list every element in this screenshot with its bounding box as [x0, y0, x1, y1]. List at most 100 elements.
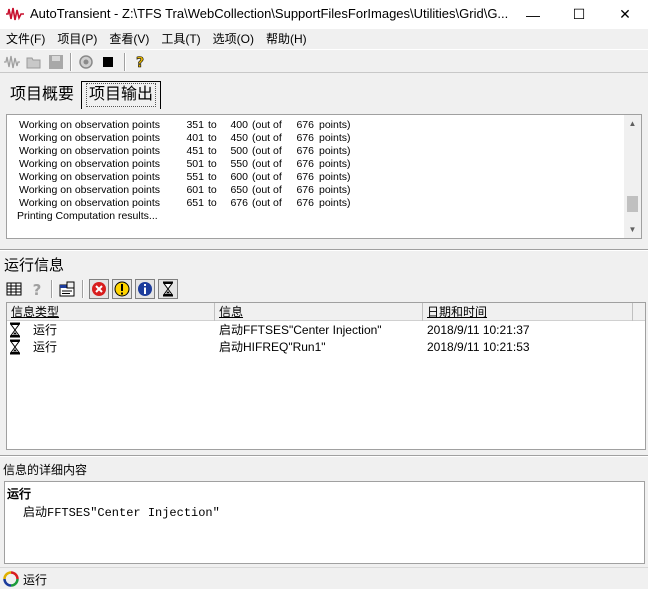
table-row[interactable]: 运行 启动FFTSES"Center Injection" 2018/9/11 …	[7, 321, 645, 338]
close-button[interactable]: ✕	[602, 0, 648, 29]
menu-tools[interactable]: 工具(T)	[155, 29, 206, 49]
scrollbar-thumb[interactable]	[627, 196, 638, 213]
tab-project-output-label: 项目输出	[86, 83, 157, 107]
menu-file[interactable]: 文件(F)	[0, 29, 51, 49]
row-type-cell: 运行	[7, 338, 215, 355]
help-icon[interactable]: ?	[131, 53, 149, 71]
message-list-header: 信息类型 信息 日期和时间	[7, 303, 645, 321]
output-line-unit: points)	[319, 197, 351, 209]
details-type-label: 运行	[7, 487, 32, 501]
output-line: Working on observation points 651 to 676 (ou…	[19, 197, 351, 210]
menu-options[interactable]: 选项(O)	[207, 29, 260, 49]
question-icon[interactable]: ?	[27, 279, 47, 299]
scroll-down-arrow-icon[interactable]: ▼	[624, 221, 641, 238]
menu-project[interactable]: 项目(P)	[51, 29, 103, 49]
output-line-total: 676	[296, 184, 314, 196]
output-lines: Working on observation points 351 to 400 (ou…	[17, 119, 351, 223]
column-header-info[interactable]: 信息	[215, 303, 423, 321]
output-line-text: Working on observation points	[19, 184, 161, 196]
section-divider	[0, 455, 648, 457]
output-line-unit: points)	[319, 119, 351, 131]
tab-project-overview[interactable]: 项目概要	[4, 82, 80, 108]
details-panel[interactable]: 运行 启动FFTSES"Center Injection"	[4, 481, 645, 564]
waveform-icon[interactable]	[3, 53, 21, 71]
hourglass-icon	[10, 322, 20, 337]
warning-filter-icon[interactable]	[112, 279, 132, 299]
output-line-to: 450	[230, 132, 248, 144]
row-info-cell: 启动FFTSES"Center Injection"	[219, 323, 382, 337]
output-line-to: 676	[230, 197, 248, 209]
output-line-total: 676	[296, 132, 314, 144]
details-message: 启动FFTSES"Center Injection"	[23, 506, 220, 520]
message-toolbar: ?	[0, 276, 648, 302]
message-list[interactable]: 信息类型 信息 日期和时间 运行 启动FFTSES"Center Injecti…	[6, 302, 646, 450]
output-line-to: 650	[230, 184, 248, 196]
output-line-total: 676	[296, 158, 314, 170]
main-toolbar: ?	[0, 49, 648, 73]
output-line-from: 451	[186, 145, 204, 157]
output-line-to-word: to	[208, 197, 217, 209]
output-line-unit: points)	[319, 158, 351, 170]
maximize-button[interactable]: ☐	[556, 0, 602, 29]
output-line-total: 676	[296, 119, 314, 131]
list-view-icon[interactable]	[4, 279, 24, 299]
output-line-total: 676	[296, 197, 314, 209]
stop-icon[interactable]	[99, 53, 117, 71]
output-line-text: Working on observation points	[19, 171, 161, 183]
table-row[interactable]: 运行 启动HIFREQ"Run1" 2018/9/11 10:21:53	[7, 338, 645, 355]
output-line-outof: (out of	[252, 184, 282, 196]
output-line-text: Working on observation points	[19, 197, 161, 209]
svg-text:?: ?	[136, 55, 144, 70]
output-line-total: 676	[296, 145, 314, 157]
menu-view[interactable]: 查看(V)	[103, 29, 155, 49]
output-vertical-scrollbar[interactable]: ▲ ▼	[624, 115, 641, 238]
output-line-text: Working on observation points	[19, 158, 161, 170]
output-line-outof: (out of	[252, 158, 282, 170]
section-divider	[0, 249, 648, 251]
output-line-from: 651	[186, 197, 204, 209]
column-header-type[interactable]: 信息类型	[7, 303, 215, 321]
svg-text:?: ?	[33, 281, 42, 297]
output-line-outof: (out of	[252, 132, 282, 144]
output-line-outof: (out of	[252, 171, 282, 183]
menu-help[interactable]: 帮助(H)	[260, 29, 313, 49]
output-line-outof: (out of	[252, 145, 282, 157]
hourglass-icon	[10, 339, 20, 354]
output-line-unit: points)	[319, 132, 351, 144]
output-text-area[interactable]: Working on observation points 351 to 400 (ou…	[6, 114, 642, 239]
output-line-from: 351	[186, 119, 204, 131]
details-heading: 信息的详细内容	[3, 463, 88, 477]
output-line: Working on observation points 501 to 550 (ou…	[19, 158, 351, 171]
info-filter-icon[interactable]	[135, 279, 155, 299]
window-title: AutoTransient - Z:\TFS Tra\WebCollection…	[30, 6, 509, 21]
column-header-datetime[interactable]: 日期和时间	[423, 303, 633, 321]
output-line-to-word: to	[208, 158, 217, 170]
error-filter-icon[interactable]	[89, 279, 109, 299]
scroll-up-arrow-icon[interactable]: ▲	[624, 115, 641, 132]
output-line-to-word: to	[208, 184, 217, 196]
app-waveform-icon	[6, 7, 24, 21]
minimize-button[interactable]: —	[510, 0, 556, 29]
output-line-from: 401	[186, 132, 204, 144]
output-line: Working on observation points 351 to 400 (ou…	[19, 119, 351, 132]
properties-icon[interactable]	[57, 279, 77, 299]
output-line-from: 601	[186, 184, 204, 196]
output-line-from: 501	[186, 158, 204, 170]
hourglass-filter-icon[interactable]	[158, 279, 178, 299]
output-line: Working on observation points 401 to 450 (ou…	[19, 132, 351, 145]
run-info-heading: 运行信息	[4, 257, 65, 274]
output-final-line: Printing Computation results...	[17, 210, 158, 222]
output-line-to: 400	[230, 119, 248, 131]
output-line-to-word: to	[208, 119, 217, 131]
toolbar-separator	[124, 53, 126, 71]
record-icon[interactable]	[77, 53, 95, 71]
title-bar[interactable]: AutoTransient - Z:\TFS Tra\WebCollection…	[0, 0, 648, 29]
row-type-label: 运行	[33, 340, 58, 354]
output-line-to-word: to	[208, 171, 217, 183]
output-line: Working on observation points 551 to 600 (ou…	[19, 171, 351, 184]
output-line-unit: points)	[319, 171, 351, 183]
open-folder-icon[interactable]	[25, 53, 43, 71]
output-line-to-word: to	[208, 132, 217, 144]
save-icon[interactable]	[47, 53, 65, 71]
tab-project-output[interactable]: 项目输出	[81, 81, 162, 109]
